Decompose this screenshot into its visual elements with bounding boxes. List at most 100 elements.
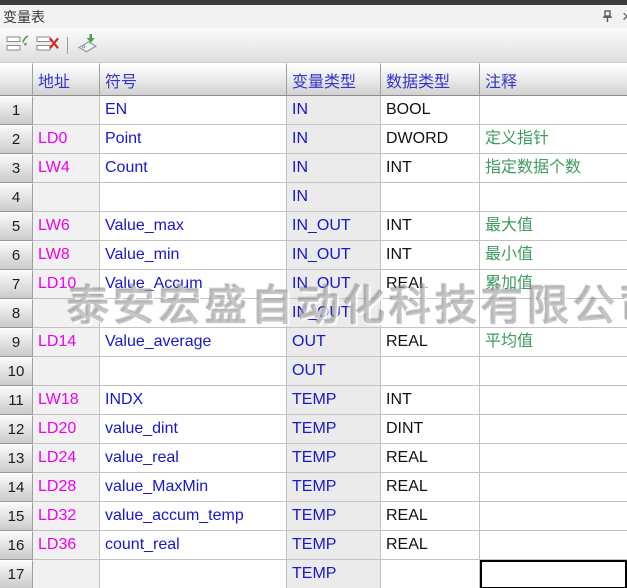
- comment-cell[interactable]: [480, 531, 627, 560]
- row-number[interactable]: 11: [0, 386, 33, 415]
- symbol-cell[interactable]: value_real: [100, 444, 287, 473]
- symbol-cell[interactable]: INDX: [100, 386, 287, 415]
- address-cell[interactable]: [33, 357, 100, 386]
- row-number[interactable]: 10: [0, 357, 33, 386]
- row-number[interactable]: 12: [0, 415, 33, 444]
- row-number[interactable]: 6: [0, 241, 33, 270]
- data-type-cell[interactable]: DINT: [381, 415, 480, 444]
- export-button[interactable]: [74, 33, 101, 58]
- comment-cell[interactable]: 平均值: [480, 328, 627, 357]
- variable-type-cell[interactable]: IN: [287, 125, 381, 154]
- symbol-cell[interactable]: value_dint: [100, 415, 287, 444]
- comment-cell[interactable]: 累加值: [480, 270, 627, 299]
- data-type-cell[interactable]: INT: [381, 212, 480, 241]
- variable-type-cell[interactable]: TEMP: [287, 473, 381, 502]
- address-cell[interactable]: LD0: [33, 125, 100, 154]
- address-cell[interactable]: [33, 183, 100, 212]
- symbol-cell[interactable]: value_MaxMin: [100, 473, 287, 502]
- comment-cell[interactable]: [480, 444, 627, 473]
- data-type-cell[interactable]: REAL: [381, 270, 480, 299]
- row-number[interactable]: 4: [0, 183, 33, 212]
- data-type-cell[interactable]: DWORD: [381, 125, 480, 154]
- symbol-cell[interactable]: count_real: [100, 531, 287, 560]
- row-number[interactable]: 5: [0, 212, 33, 241]
- data-type-cell[interactable]: REAL: [381, 531, 480, 560]
- data-type-cell[interactable]: REAL: [381, 444, 480, 473]
- comment-cell[interactable]: [480, 502, 627, 531]
- symbol-cell[interactable]: Value_max: [100, 212, 287, 241]
- address-cell[interactable]: LD10: [33, 270, 100, 299]
- comment-cell[interactable]: [480, 386, 627, 415]
- symbol-cell[interactable]: [100, 183, 287, 212]
- comment-cell[interactable]: [480, 473, 627, 502]
- symbol-cell[interactable]: [100, 357, 287, 386]
- data-type-cell[interactable]: [381, 183, 480, 212]
- address-cell[interactable]: [33, 96, 100, 125]
- delete-row-button[interactable]: [34, 33, 61, 58]
- row-number[interactable]: 7: [0, 270, 33, 299]
- row-number[interactable]: 9: [0, 328, 33, 357]
- row-number[interactable]: 13: [0, 444, 33, 473]
- comment-cell[interactable]: [480, 96, 627, 125]
- symbol-cell[interactable]: Value_min: [100, 241, 287, 270]
- header-data-type[interactable]: 数据类型: [381, 63, 480, 96]
- variable-type-cell[interactable]: TEMP: [287, 531, 381, 560]
- data-type-cell[interactable]: [381, 560, 480, 588]
- comment-cell[interactable]: [480, 560, 627, 588]
- row-number[interactable]: 16: [0, 531, 33, 560]
- variable-type-cell[interactable]: TEMP: [287, 386, 381, 415]
- symbol-cell[interactable]: [100, 560, 287, 588]
- data-type-cell[interactable]: INT: [381, 241, 480, 270]
- variable-type-cell[interactable]: TEMP: [287, 415, 381, 444]
- address-cell[interactable]: [33, 560, 100, 588]
- row-number[interactable]: 14: [0, 473, 33, 502]
- comment-cell[interactable]: 指定数据个数: [480, 154, 627, 183]
- row-number[interactable]: 2: [0, 125, 33, 154]
- data-type-cell[interactable]: [381, 357, 480, 386]
- address-cell[interactable]: LD24: [33, 444, 100, 473]
- variable-type-cell[interactable]: IN_OUT: [287, 241, 381, 270]
- row-number[interactable]: 15: [0, 502, 33, 531]
- data-type-cell[interactable]: REAL: [381, 502, 480, 531]
- row-number[interactable]: 1: [0, 96, 33, 125]
- close-icon[interactable]: ×: [620, 10, 627, 24]
- variable-type-cell[interactable]: OUT: [287, 328, 381, 357]
- address-cell[interactable]: LD36: [33, 531, 100, 560]
- variable-type-cell[interactable]: TEMP: [287, 502, 381, 531]
- comment-cell[interactable]: 最大值: [480, 212, 627, 241]
- variable-type-cell[interactable]: IN: [287, 154, 381, 183]
- variable-type-cell[interactable]: IN: [287, 96, 381, 125]
- variable-type-cell[interactable]: IN_OUT: [287, 270, 381, 299]
- comment-cell[interactable]: [480, 357, 627, 386]
- variable-type-cell[interactable]: OUT: [287, 357, 381, 386]
- variable-type-cell[interactable]: IN_OUT: [287, 299, 381, 328]
- data-type-cell[interactable]: [381, 299, 480, 328]
- address-cell[interactable]: LW18: [33, 386, 100, 415]
- row-number[interactable]: 8: [0, 299, 33, 328]
- address-cell[interactable]: [33, 299, 100, 328]
- address-cell[interactable]: LD20: [33, 415, 100, 444]
- data-type-cell[interactable]: BOOL: [381, 96, 480, 125]
- symbol-cell[interactable]: Point: [100, 125, 287, 154]
- comment-cell[interactable]: [480, 299, 627, 328]
- comment-cell[interactable]: 最小值: [480, 241, 627, 270]
- variable-type-cell[interactable]: IN_OUT: [287, 212, 381, 241]
- address-cell[interactable]: LD28: [33, 473, 100, 502]
- address-cell[interactable]: LD14: [33, 328, 100, 357]
- data-type-cell[interactable]: INT: [381, 154, 480, 183]
- row-number[interactable]: 3: [0, 154, 33, 183]
- address-cell[interactable]: LW6: [33, 212, 100, 241]
- data-type-cell[interactable]: REAL: [381, 328, 480, 357]
- header-variable-type[interactable]: 变量类型: [287, 63, 381, 96]
- address-cell[interactable]: LW8: [33, 241, 100, 270]
- variable-type-cell[interactable]: TEMP: [287, 444, 381, 473]
- address-cell[interactable]: LD32: [33, 502, 100, 531]
- header-address[interactable]: 地址: [33, 63, 100, 96]
- comment-cell[interactable]: [480, 183, 627, 212]
- symbol-cell[interactable]: Count: [100, 154, 287, 183]
- symbol-cell[interactable]: Value_Accum: [100, 270, 287, 299]
- symbol-cell[interactable]: EN: [100, 96, 287, 125]
- header-symbol[interactable]: 符号: [100, 63, 287, 96]
- row-number[interactable]: 17: [0, 560, 33, 588]
- data-type-cell[interactable]: REAL: [381, 473, 480, 502]
